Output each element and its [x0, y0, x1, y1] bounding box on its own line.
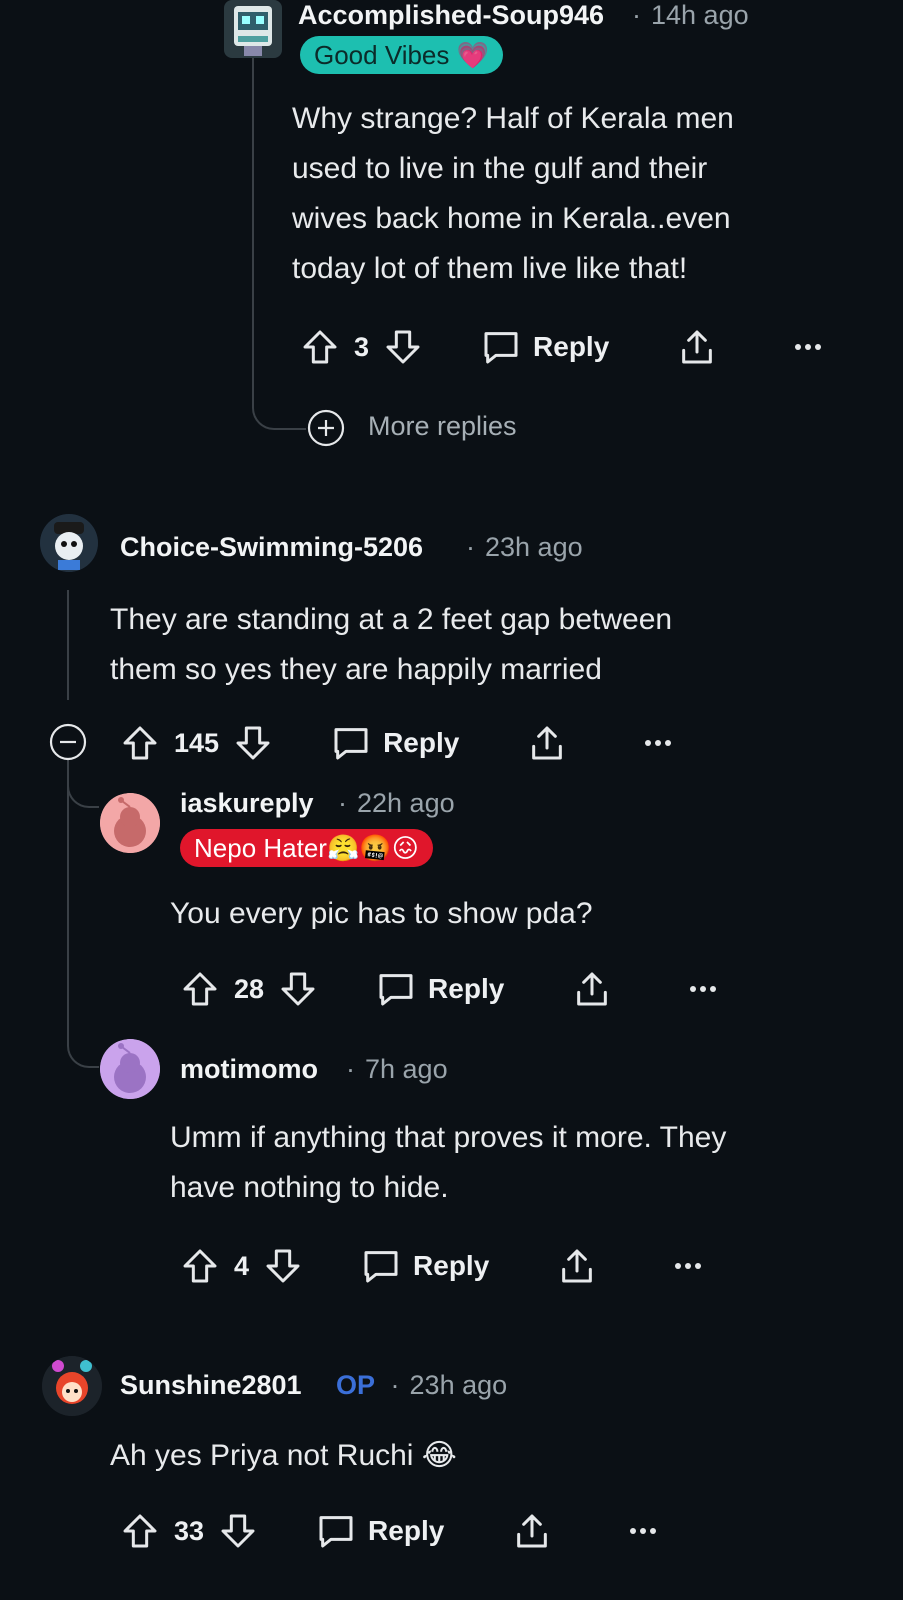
thread-curve [67, 1010, 99, 1068]
share-icon[interactable] [572, 969, 612, 1009]
share-icon[interactable] [512, 1511, 552, 1551]
comment-body: Ah yes Priya not Ruchi 😂 [110, 1431, 870, 1481]
reply-button[interactable]: Reply [316, 1511, 444, 1551]
downvote-icon[interactable] [278, 969, 318, 1009]
more-options-icon[interactable] [643, 738, 673, 748]
user-flair: Good Vibes 💗 [300, 36, 503, 74]
timestamp-text: 23h ago [409, 1370, 508, 1400]
reply-label: Reply [413, 1250, 490, 1281]
upvote-icon[interactable] [300, 327, 340, 367]
downvote-icon[interactable] [218, 1511, 258, 1551]
user-flair: Nepo Hater😤🤬😖 [180, 829, 433, 867]
comment-line: Why strange? Half of Kerala men [292, 102, 734, 135]
comment-line: them so yes they are happily married [110, 653, 602, 686]
comment-icon [379, 974, 413, 1006]
comment-line: today lot of them live like that! [292, 252, 688, 285]
comment-actions: 4 Reply [180, 1244, 703, 1288]
flair-text: Nepo Hater😤🤬😖 [194, 832, 419, 863]
username[interactable]: Choice-Swimming-5206 [120, 532, 423, 563]
reply-label: Reply [368, 1515, 445, 1546]
comment-actions: 28 Reply [180, 967, 718, 1011]
comment-icon [319, 1516, 353, 1548]
reply-label: Reply [383, 727, 460, 758]
timestamp: · 14h ago [632, 0, 749, 30]
thread-curve [252, 380, 306, 430]
timestamp-text: 7h ago [365, 1054, 448, 1084]
comment-actions: 145 Reply [120, 721, 673, 765]
comment-actions: 33 Reply [120, 1509, 658, 1553]
vote-count: 145 [174, 727, 220, 758]
comment-icon [484, 332, 518, 364]
share-icon[interactable] [557, 1246, 597, 1286]
share-icon[interactable] [527, 723, 567, 763]
downvote-icon[interactable] [263, 1246, 303, 1286]
comment-body: You every pic has to show pda? [170, 889, 870, 939]
user-avatar[interactable] [40, 514, 98, 572]
vote-count: 4 [234, 1250, 250, 1281]
more-replies-link[interactable]: More replies [368, 411, 517, 442]
reply-button[interactable]: Reply [361, 1246, 489, 1286]
reply-label: Reply [533, 331, 610, 362]
timestamp: OP · 23h ago [336, 1370, 508, 1400]
comment-icon [334, 728, 368, 760]
reply-label: Reply [428, 973, 505, 1004]
username[interactable]: iaskureply [180, 788, 314, 819]
comment-body: They are standing at a 2 feet gap betwee… [110, 595, 870, 695]
timestamp: · 7h ago [346, 1054, 448, 1084]
comment-line: wives back home in Kerala..even [292, 202, 731, 235]
more-options-icon[interactable] [628, 1526, 658, 1536]
upvote-icon[interactable] [180, 969, 220, 1009]
flair-text: Good Vibes 💗 [314, 39, 489, 70]
reply-button[interactable]: Reply [376, 969, 504, 1009]
comment-body: Why strange? Half of Kerala men used to … [292, 94, 872, 294]
reply-button[interactable]: Reply [481, 327, 609, 367]
comment-line: They are standing at a 2 feet gap betwee… [110, 603, 673, 636]
vote-count: 3 [354, 331, 370, 362]
comment-actions: 3 Reply [300, 325, 823, 369]
comment-icon [364, 1251, 398, 1283]
timestamp: · 22h ago [338, 788, 455, 818]
user-avatar[interactable] [42, 1356, 102, 1416]
timestamp-text: 22h ago [357, 788, 455, 818]
timestamp-text: 14h ago [651, 0, 749, 30]
user-avatar[interactable] [224, 0, 282, 58]
user-avatar[interactable] [100, 793, 160, 853]
timestamp: · 23h ago [466, 532, 583, 562]
comment-line: used to live in the gulf and their [292, 152, 708, 185]
reply-button[interactable]: Reply [331, 723, 459, 763]
comment-body: Umm if anything that proves it more. The… [170, 1113, 870, 1213]
comment-line: have nothing to hide. [170, 1171, 449, 1204]
username[interactable]: Accomplished-Soup946 [298, 0, 604, 31]
vote-count: 28 [234, 973, 265, 1004]
timestamp-text: 23h ago [485, 532, 583, 562]
comment-line: You every pic has to show pda? [170, 897, 593, 930]
vote-count: 33 [174, 1515, 205, 1546]
thread-line [67, 758, 69, 1018]
comment-line: Ah yes Priya not Ruchi 😂 [110, 1439, 457, 1472]
username[interactable]: motimomo [180, 1054, 318, 1085]
downvote-icon[interactable] [233, 723, 273, 763]
upvote-icon[interactable] [120, 1511, 160, 1551]
op-badge: OP [336, 1370, 376, 1400]
more-options-icon[interactable] [793, 342, 823, 352]
comment-line: Umm if anything that proves it more. The… [170, 1121, 727, 1154]
more-options-icon[interactable] [673, 1261, 703, 1271]
username[interactable]: Sunshine2801 [120, 1370, 302, 1401]
more-options-icon[interactable] [688, 984, 718, 994]
upvote-icon[interactable] [120, 723, 160, 763]
upvote-icon[interactable] [180, 1246, 220, 1286]
collapse-minus-icon[interactable] [48, 722, 88, 767]
downvote-icon[interactable] [383, 327, 423, 367]
thread-line [67, 590, 69, 700]
share-icon[interactable] [677, 327, 717, 367]
expand-plus-icon[interactable] [306, 408, 346, 453]
user-avatar[interactable] [100, 1039, 160, 1099]
